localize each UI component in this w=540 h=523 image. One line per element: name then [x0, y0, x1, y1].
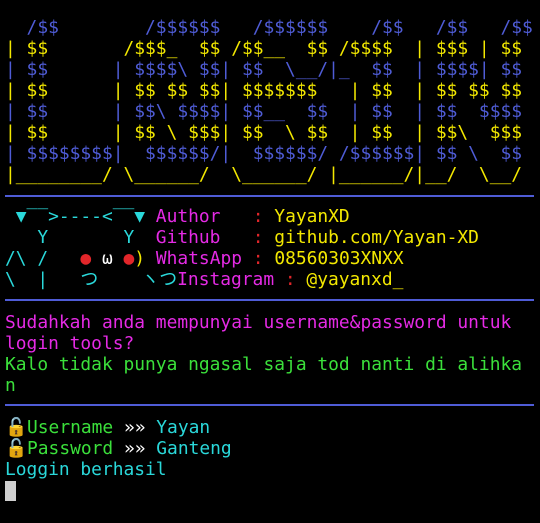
info-row-author: ▼‾‾>-‐-‐<‾‾▼ Author : YayanXD — [5, 206, 350, 227]
divider-bottom — [5, 404, 534, 406]
info-row-instagram: \ | つ ヽつInstagram : @yayanxd_ — [5, 269, 403, 290]
author-label: Author — [155, 206, 253, 227]
banner-line-2: | $$ /$$$_ $$ /$$__ $$ /$$$$ | $$$ | $$ — [5, 38, 523, 59]
password-arrow: »» — [123, 438, 146, 459]
banner-line-8: |________/ \______/ \______/ |______/|__… — [5, 164, 523, 185]
author-value: YayanXD — [263, 206, 350, 227]
divider-top — [5, 195, 534, 197]
mascot-face-right: ) — [134, 248, 156, 269]
github-value: github.com/Yayan-XD — [263, 227, 479, 248]
question-line-1: Sudahkah anda mempunyai username&passwor… — [5, 312, 512, 333]
divider-middle — [5, 299, 534, 301]
banner-line-7: | $$$$$$$$| $$$$$$/| $$$$$$/ /$$$$$$| $$… — [5, 143, 523, 164]
instagram-value: @yayanxd_ — [295, 269, 404, 290]
banner-line-1: /$$ /$$$$$$ /$$$$$$ /$$ /$$ /$$ — [5, 17, 533, 38]
lock-icon: 🔓 — [5, 438, 28, 459]
username-row: 🔓Username »» Yayan — [5, 417, 210, 438]
banner-line-3: | $$ | $$$$\ $$| $$ \__/|_ $$ | $$$$| $$ — [5, 59, 523, 80]
terminal-cursor[interactable] — [5, 481, 16, 501]
github-separator: : — [252, 227, 264, 248]
instagram-label: Instagram — [177, 269, 285, 290]
info-row-whatsapp: /\ / ● ω ●) WhatsApp : 08560303XNXX — [5, 248, 404, 269]
banner-line-4: | $$ | $$ $$ $$| $$$$$$$ | $$ | $$ $$ $$ — [5, 80, 523, 101]
author-separator: : — [252, 206, 264, 227]
password-label: Password — [27, 438, 114, 459]
mascot-mouth: ω — [91, 248, 124, 269]
warning-line-2: n — [5, 375, 16, 396]
password-row: 🔓Password »» Ganteng — [5, 438, 232, 459]
login-result: Loggin berhasil — [5, 459, 167, 480]
username-value: Yayan — [156, 417, 211, 438]
mascot-face-left: /\ / — [5, 248, 81, 269]
whatsapp-value: 08560303XNXX — [263, 248, 404, 269]
mascot-eye-left: ● — [80, 248, 92, 269]
mascot-whiskers: Y Y — [5, 227, 156, 248]
mascot-paws: \ | つ ヽつ — [5, 269, 178, 290]
banner-line-6: | $$ | $$ \ $$$| $$ \ $$ | $$ | $$\ $$$ — [5, 122, 523, 143]
username-label: Username — [27, 417, 114, 438]
question-line-2: login tools? — [5, 333, 135, 354]
instagram-separator: : — [284, 269, 296, 290]
info-row-github: Y Y Github : github.com/Yayan-XD — [5, 227, 479, 248]
password-value: Ganteng — [156, 438, 232, 459]
lock-icon: 🔓 — [5, 417, 28, 438]
github-label: Github — [155, 227, 253, 248]
warning-line-1: Kalo tidak punya ngasal saja tod nanti d… — [5, 354, 523, 375]
mascot-eye-right: ● — [123, 248, 135, 269]
mascot-ears: ▼‾‾>-‐-‐<‾‾▼ — [5, 206, 156, 227]
banner-line-5: | $$ | $$\ $$$$| $$__ $$ | $$ | $$ $$$$ — [5, 101, 523, 122]
username-arrow: »» — [123, 417, 146, 438]
whatsapp-label: WhatsApp — [155, 248, 253, 269]
terminal-window[interactable]: /$$ /$$$$$$ /$$$$$$ /$$ /$$ /$$ | $$ /$$… — [0, 0, 540, 523]
whatsapp-separator: : — [252, 248, 264, 269]
